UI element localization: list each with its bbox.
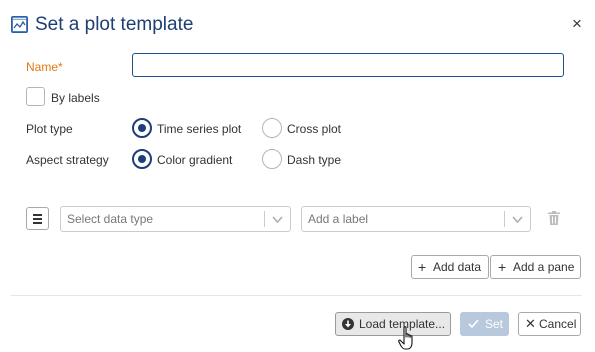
color-gradient-label: Color gradient <box>157 153 233 167</box>
hand-pointer-icon <box>398 326 413 350</box>
radio-dash-type[interactable] <box>262 149 282 169</box>
dialog-title: Set a plot template <box>35 14 194 35</box>
radio-color-gradient[interactable] <box>132 149 152 169</box>
cross-plot-label: Cross plot <box>287 122 342 136</box>
hamburger-icon <box>33 214 42 216</box>
chart-window-icon <box>11 16 28 33</box>
check-icon <box>468 319 479 329</box>
name-label: Name* <box>26 59 63 75</box>
close-button[interactable]: × <box>568 14 586 34</box>
radio-cross-plot[interactable] <box>262 118 282 138</box>
add-data-button[interactable]: + Add data <box>411 255 489 279</box>
trash-icon[interactable] <box>548 211 560 225</box>
plus-icon: + <box>498 259 507 275</box>
plot-type-label: Plot type <box>26 122 73 136</box>
cancel-button[interactable]: ✕ Cancel <box>518 312 581 336</box>
time-series-plot-label: Time series plot <box>157 122 242 136</box>
row-menu-button[interactable] <box>26 207 49 230</box>
plus-icon: + <box>418 259 427 275</box>
close-icon[interactable]: × <box>572 14 582 33</box>
chevron-down-icon[interactable] <box>511 213 524 226</box>
data-type-placeholder: Select data type <box>67 212 154 226</box>
by-labels-checkbox[interactable] <box>26 87 45 106</box>
download-circle-icon <box>342 318 354 330</box>
close-icon: ✕ <box>525 316 536 331</box>
add-pane-button[interactable]: + Add a pane <box>490 255 581 279</box>
aspect-strategy-label: Aspect strategy <box>26 153 109 167</box>
dash-type-label: Dash type <box>287 153 342 167</box>
name-input[interactable] <box>132 53 564 77</box>
required-marker: * <box>58 60 63 74</box>
name-label-text: Name <box>26 60 59 74</box>
label-placeholder: Add a label <box>308 212 369 226</box>
label-select[interactable]: Add a label <box>301 206 531 232</box>
footer-divider <box>11 295 582 296</box>
load-template-button[interactable]: Load template... <box>335 312 451 336</box>
chevron-down-icon[interactable] <box>271 213 284 226</box>
by-labels-label: By labels <box>51 91 100 105</box>
data-type-select[interactable]: Select data type <box>60 206 291 232</box>
plot-template-dialog: Set a plot template × Name* By labels Pl… <box>0 0 595 352</box>
radio-time-series-plot[interactable] <box>132 118 152 138</box>
set-button[interactable]: Set <box>460 312 509 336</box>
